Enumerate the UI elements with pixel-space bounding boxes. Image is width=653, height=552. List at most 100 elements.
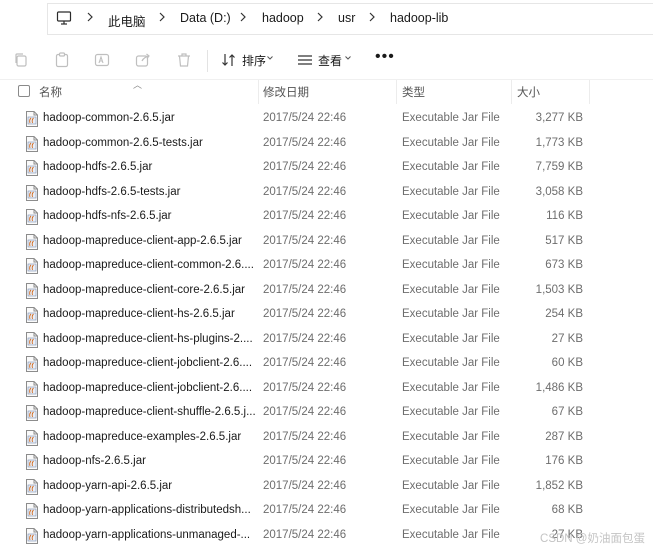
file-type: Executable Jar File	[402, 161, 500, 173]
file-type: Executable Jar File	[402, 112, 500, 124]
file-name[interactable]: hadoop-nfs-2.6.5.jar	[43, 455, 255, 467]
view-button[interactable]: 查看	[318, 52, 342, 69]
file-row[interactable]: hadoop-yarn-applications-distributedsh..…	[0, 499, 653, 524]
file-modified-date: 2017/5/24 22:46	[263, 308, 347, 320]
file-size: 1,773 KB	[535, 136, 583, 149]
file-row[interactable]: hadoop-common-2.6.5-tests.jar 2017/5/24 2…	[0, 132, 653, 157]
file-modified-date: 2017/5/24 22:46	[263, 161, 347, 173]
file-type: Executable Jar File	[402, 455, 500, 467]
breadcrumb-item-hadoop-lib[interactable]: hadoop-lib	[390, 11, 448, 25]
file-row[interactable]: hadoop-mapreduce-client-hs-plugins-2....…	[0, 328, 653, 353]
paste-icon[interactable]	[53, 51, 71, 69]
file-modified-date: 2017/5/24 22:46	[263, 381, 347, 394]
file-size: 3,058 KB	[535, 185, 583, 198]
file-name[interactable]: hadoop-mapreduce-client-common-2.6....	[43, 259, 255, 271]
file-modified-date: 2017/5/24 22:46	[263, 479, 347, 492]
column-divider[interactable]	[258, 80, 259, 104]
file-row[interactable]: hadoop-hdfs-2.6.5.jar 2017/5/24 22:46 Exec…	[0, 156, 653, 181]
file-type: Executable Jar File	[402, 308, 500, 320]
file-name[interactable]: hadoop-common-2.6.5.jar	[43, 112, 255, 124]
file-type: Executable Jar File	[402, 332, 500, 345]
column-header-name[interactable]: 名称	[39, 84, 62, 100]
chevron-down-icon	[267, 56, 273, 60]
file-name[interactable]: hadoop-mapreduce-client-jobclient-2.6...…	[43, 357, 255, 369]
jar-file-icon	[26, 331, 38, 348]
file-row[interactable]: hadoop-mapreduce-client-core-2.6.5.jar 20…	[0, 279, 653, 304]
toolbar-divider	[207, 50, 208, 72]
file-row[interactable]: hadoop-mapreduce-client-hs-2.6.5.jar 2017…	[0, 303, 653, 328]
file-modified-date: 2017/5/24 22:46	[263, 185, 347, 198]
file-row[interactable]: hadoop-yarn-api-2.6.5.jar 2017/5/24 22:46…	[0, 475, 653, 500]
file-name[interactable]: hadoop-mapreduce-client-hs-2.6.5.jar	[43, 308, 255, 320]
file-name[interactable]: hadoop-mapreduce-client-shuffle-2.6.5.j.…	[43, 406, 255, 418]
file-modified-date: 2017/5/24 22:46	[263, 332, 347, 345]
file-row[interactable]: hadoop-mapreduce-client-jobclient-2.6...…	[0, 352, 653, 377]
column-header-size[interactable]: 大小	[517, 84, 540, 100]
file-type: Executable Jar File	[402, 528, 500, 541]
share-icon[interactable]	[134, 51, 152, 69]
file-row[interactable]: hadoop-common-2.6.5.jar 2017/5/24 22:46 Ex…	[0, 107, 653, 132]
file-row[interactable]: hadoop-mapreduce-examples-2.6.5.jar 2017/…	[0, 426, 653, 451]
file-row[interactable]: hadoop-mapreduce-client-common-2.6.... 20…	[0, 254, 653, 279]
file-row[interactable]: hadoop-mapreduce-client-jobclient-2.6...…	[0, 377, 653, 402]
sort-icon[interactable]	[220, 51, 238, 69]
file-modified-date: 2017/5/24 22:46	[263, 504, 347, 516]
file-name[interactable]: hadoop-mapreduce-client-jobclient-2.6...…	[43, 382, 255, 394]
file-name[interactable]: hadoop-mapreduce-client-hs-plugins-2....	[43, 333, 255, 345]
file-size: 1,852 KB	[535, 479, 583, 492]
breadcrumb-item-usr[interactable]: usr	[338, 11, 355, 25]
select-all-checkbox[interactable]	[18, 85, 30, 97]
delete-icon[interactable]	[175, 51, 193, 69]
file-name[interactable]: hadoop-hdfs-2.6.5-tests.jar	[43, 186, 255, 198]
file-name[interactable]: hadoop-yarn-applications-distributedsh..…	[43, 504, 255, 516]
rename-icon[interactable]	[93, 51, 111, 69]
jar-file-icon	[26, 282, 38, 299]
file-size: 517 KB	[545, 234, 583, 247]
column-divider[interactable]	[396, 80, 397, 104]
jar-file-icon	[26, 454, 38, 470]
file-row[interactable]: hadoop-hdfs-nfs-2.6.5.jar 2017/5/24 22:46…	[0, 205, 653, 230]
file-type: Executable Jar File	[402, 504, 500, 516]
copy-icon[interactable]	[12, 51, 30, 69]
address-bar: 此电脑 Data (D:) hadoop usr hadoop-lib	[0, 0, 653, 38]
file-name[interactable]: hadoop-hdfs-2.6.5.jar	[43, 161, 255, 173]
file-name[interactable]: hadoop-mapreduce-client-core-2.6.5.jar	[43, 284, 255, 296]
file-size: 176 KB	[545, 455, 583, 467]
file-type: Executable Jar File	[402, 136, 500, 149]
view-icon[interactable]	[296, 51, 314, 69]
breadcrumb-item-data-drive[interactable]: Data (D:)	[180, 11, 231, 25]
jar-file-icon	[26, 184, 38, 201]
file-name[interactable]: hadoop-mapreduce-examples-2.6.5.jar	[43, 431, 255, 443]
file-size: 3,277 KB	[535, 112, 583, 124]
sort-button[interactable]: 排序	[242, 52, 266, 69]
command-bar: 排序 查看 •••	[0, 40, 653, 80]
column-header-type[interactable]: 类型	[402, 84, 425, 100]
file-size: 287 KB	[545, 430, 583, 443]
file-row[interactable]: hadoop-hdfs-2.6.5-tests.jar 2017/5/24 22:…	[0, 181, 653, 206]
jar-file-icon	[26, 527, 38, 544]
file-row[interactable]: hadoop-mapreduce-client-shuffle-2.6.5.j.…	[0, 401, 653, 426]
column-divider[interactable]	[589, 80, 590, 104]
file-modified-date: 2017/5/24 22:46	[263, 357, 347, 369]
file-modified-date: 2017/5/24 22:46	[263, 430, 347, 443]
sort-ascending-icon: ︿	[133, 80, 143, 90]
file-name[interactable]: hadoop-yarn-applications-unmanaged-...	[43, 529, 255, 541]
breadcrumb-item-this-pc[interactable]: 此电脑	[108, 11, 146, 30]
file-name[interactable]: hadoop-hdfs-nfs-2.6.5.jar	[43, 210, 255, 222]
more-options-button[interactable]: •••	[375, 48, 395, 66]
file-type: Executable Jar File	[402, 210, 500, 222]
file-row[interactable]: hadoop-nfs-2.6.5.jar 2017/5/24 22:46 Execu…	[0, 450, 653, 475]
file-modified-date: 2017/5/24 22:46	[263, 528, 347, 541]
column-divider[interactable]	[511, 80, 512, 104]
breadcrumb-item-hadoop[interactable]: hadoop	[262, 11, 304, 25]
file-modified-date: 2017/5/24 22:46	[263, 112, 347, 124]
file-name[interactable]: hadoop-common-2.6.5-tests.jar	[43, 137, 255, 149]
file-type: Executable Jar File	[402, 185, 500, 198]
file-row[interactable]: hadoop-mapreduce-client-app-2.6.5.jar 201…	[0, 230, 653, 255]
column-header-date[interactable]: 修改日期	[263, 84, 309, 100]
file-name[interactable]: hadoop-yarn-api-2.6.5.jar	[43, 480, 255, 492]
chevron-right-icon	[240, 12, 246, 22]
file-size: 254 KB	[545, 308, 583, 320]
file-modified-date: 2017/5/24 22:46	[263, 210, 347, 222]
file-name[interactable]: hadoop-mapreduce-client-app-2.6.5.jar	[43, 235, 255, 247]
